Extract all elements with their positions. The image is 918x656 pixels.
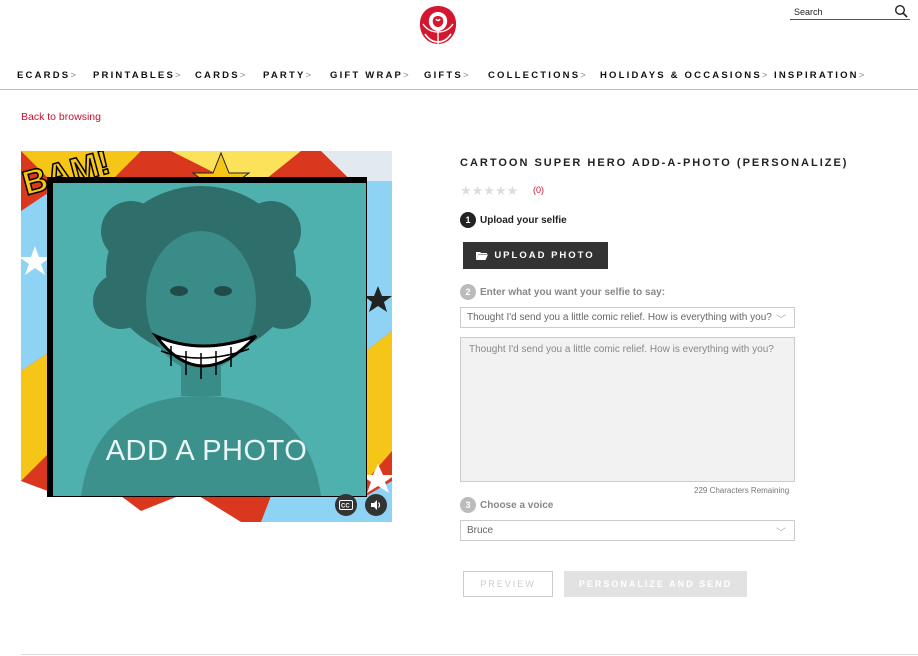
voice-select[interactable]: Bruce ﹀ <box>460 520 795 541</box>
chevron-right-icon: > <box>858 70 865 81</box>
chevron-right-icon: > <box>305 70 312 81</box>
nav-item-party[interactable]: PARTY> <box>263 70 311 81</box>
rose-logo-icon[interactable] <box>417 4 459 54</box>
step-number: 3 <box>460 497 476 513</box>
ecard-preview-image: BAM! ADD A PHOTO CC <box>21 151 392 522</box>
nav-item-inspiration[interactable]: INSPIRATION> <box>774 70 864 81</box>
main-nav: ECARDS> PRINTABLES> CARDS> PARTY> GIFT W… <box>0 70 918 90</box>
nav-item-gifts[interactable]: GIFTS> <box>424 70 469 81</box>
nav-item-collections[interactable]: COLLECTIONS> <box>488 70 586 81</box>
chevron-right-icon: > <box>239 70 246 81</box>
chevron-right-icon: > <box>403 70 409 81</box>
review-count-link[interactable]: (0) <box>533 185 544 195</box>
step-1: 1 Upload your selfie <box>460 212 567 228</box>
search-box[interactable] <box>790 2 910 20</box>
captions-icon[interactable]: CC <box>335 494 357 516</box>
folder-open-icon <box>476 252 489 260</box>
step-label: Choose a voice <box>480 499 554 511</box>
rating-stars[interactable]: ★★★★★ <box>460 183 518 199</box>
chevron-right-icon: > <box>580 70 586 81</box>
chevron-right-icon: > <box>70 70 76 81</box>
step-label: Enter what you want your selfie to say: <box>480 286 666 298</box>
volume-icon[interactable] <box>365 494 387 516</box>
nav-item-holidays-occasions[interactable]: HOLIDAYS & OCCASIONS> <box>600 70 767 81</box>
step-number: 1 <box>460 212 476 228</box>
chevron-right-icon: > <box>761 70 768 81</box>
step-number: 2 <box>460 284 476 300</box>
search-icon[interactable] <box>894 4 908 18</box>
chevron-right-icon: > <box>175 70 181 81</box>
nav-item-ecards[interactable]: ECARDS> <box>17 70 76 81</box>
nav-item-printables[interactable]: PRINTABLES> <box>93 70 181 81</box>
nav-item-gift-wrap[interactable]: GIFT WRAP> <box>330 70 409 81</box>
add-a-photo-label[interactable]: ADD A PHOTO <box>21 435 392 468</box>
step-3: 3 Choose a voice <box>460 497 553 513</box>
chevron-right-icon: > <box>462 70 469 81</box>
chevron-down-icon: ﹀ <box>776 315 786 326</box>
step-2: 2 Enter what you want your selfie to say… <box>460 284 665 300</box>
preview-button[interactable]: PREVIEW <box>463 571 553 597</box>
step-label: Upload your selfie <box>480 214 567 226</box>
message-textarea[interactable]: Thought I'd send you a little comic reli… <box>460 337 795 482</box>
back-to-browsing-link[interactable]: Back to browsing <box>21 111 101 123</box>
upload-photo-button[interactable]: UPLOAD PHOTO <box>463 242 608 269</box>
characters-remaining: 229 Characters Remaining <box>694 486 790 495</box>
product-title: CARTOON SUPER HERO ADD-A-PHOTO (PERSONAL… <box>460 157 849 169</box>
footer-divider <box>21 654 918 655</box>
personalize-and-send-button[interactable]: PERSONALIZE AND SEND <box>564 571 747 597</box>
nav-item-cards[interactable]: CARDS> <box>195 70 245 81</box>
svg-text:CC: CC <box>341 504 350 510</box>
search-input[interactable] <box>790 4 890 20</box>
chevron-down-icon: ﹀ <box>776 528 786 539</box>
message-select[interactable]: Thought I'd send you a little comic reli… <box>460 307 795 328</box>
